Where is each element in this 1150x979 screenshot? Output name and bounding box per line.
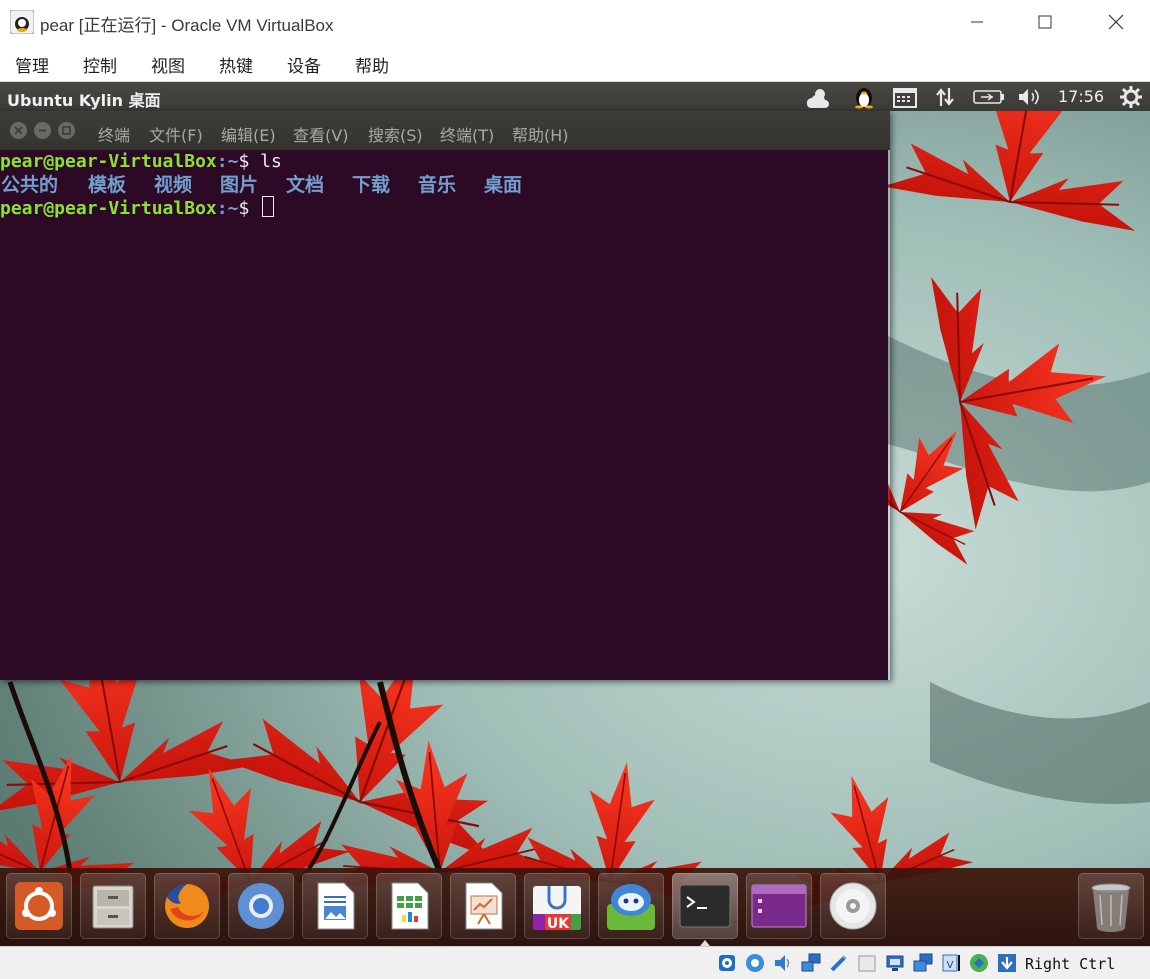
guest-screen[interactable]: Ubuntu Kylin 桌面 17:56 终端 文件(F) 编辑(E) 查看(… — [0, 82, 1150, 946]
ls-dir-item: 图片 — [220, 173, 259, 196]
close-button[interactable] — [1093, 6, 1139, 38]
ls-dir-item: 模板 — [88, 173, 127, 196]
menu-devices[interactable]: 设备 — [287, 52, 321, 77]
calendar-icon[interactable] — [891, 85, 919, 108]
minimize-icon — [39, 129, 46, 132]
ls-dir-item: 桌面 — [484, 173, 523, 196]
prompt-symbol: $ — [238, 198, 261, 219]
host-key-label: Right Ctrl — [1025, 955, 1116, 973]
shared-folder-icon[interactable] — [856, 952, 878, 974]
svg-text:V: V — [947, 960, 954, 971]
video-capture-icon[interactable] — [912, 952, 934, 974]
terminal-line-ls-output: 公共的 模板 视频 图片 文档 下载 音乐 桌面 — [0, 174, 888, 197]
terminal-line-command: pear@pear-VirtualBox:~$ ls — [0, 151, 888, 174]
menu-machine[interactable]: 管理 — [15, 52, 49, 77]
chromium-icon[interactable] — [228, 873, 294, 939]
ls-dir-item: 音乐 — [418, 173, 457, 196]
network-adapter-icon[interactable] — [800, 952, 822, 974]
weather-icon[interactable] — [803, 85, 831, 108]
battery-icon[interactable] — [972, 85, 1006, 108]
svg-text:UK: UK — [547, 916, 570, 932]
prompt-symbol: $ — [238, 151, 261, 172]
ubuntu-dash-icon[interactable] — [6, 873, 72, 939]
terminal-titlebar[interactable]: 终端 文件(F) 编辑(E) 查看(V) 搜索(S) 终端(T) 帮助(H) — [0, 111, 890, 150]
terminal-icon[interactable] — [672, 873, 738, 939]
guest-panel-title: Ubuntu Kylin 桌面 — [7, 91, 161, 110]
ls-dir-item: 下载 — [352, 173, 391, 196]
usb-icon[interactable] — [828, 952, 850, 974]
impress-icon[interactable] — [450, 873, 516, 939]
terminal-menu-view[interactable]: 查看(V) — [293, 122, 348, 146]
mouse-integration-icon[interactable] — [968, 952, 990, 974]
app-store-icon[interactable] — [598, 873, 664, 939]
terminal-line-prompt: pear@pear-VirtualBox:~$ — [0, 196, 888, 219]
optical-drive-icon[interactable] — [744, 952, 766, 974]
vt-x-icon[interactable]: V — [940, 952, 962, 974]
terminal-menu-edit[interactable]: 编辑(E) — [221, 122, 276, 146]
menu-control[interactable]: 控制 — [83, 52, 117, 77]
writer-icon[interactable] — [302, 873, 368, 939]
qq-penguin-icon[interactable] — [850, 85, 878, 108]
terminal-app-title: 终端 — [98, 126, 131, 145]
terminal-cursor — [262, 196, 275, 217]
terminal-minimize-button[interactable] — [34, 122, 51, 139]
prompt-user: pear@pear-VirtualBox — [0, 151, 217, 172]
maximize-icon — [1038, 15, 1052, 29]
terminal-menu-terminal[interactable]: 终端(T) — [440, 122, 494, 146]
ls-dir-item: 文档 — [286, 173, 325, 196]
display-icon[interactable] — [884, 952, 906, 974]
workspace-switcher-icon[interactable] — [746, 873, 812, 939]
dock: UK — [0, 868, 1150, 946]
ubuntu-kylin-software-icon[interactable]: UK — [524, 873, 590, 939]
dvd-icon[interactable] — [820, 873, 886, 939]
hard-disk-icon[interactable] — [716, 952, 738, 974]
trash-icon[interactable] — [1078, 873, 1144, 939]
prompt-path: :~ — [216, 198, 239, 219]
terminal-menu-search[interactable]: 搜索(S) — [368, 122, 423, 146]
guest-top-panel: Ubuntu Kylin 桌面 17:56 — [0, 82, 1150, 111]
menu-hotkeys[interactable]: 热键 — [219, 52, 253, 77]
window-menubar: 管理 控制 视图 热键 设备 帮助 — [0, 44, 1150, 82]
terminal-close-button[interactable] — [10, 122, 27, 139]
minimize-button[interactable] — [954, 6, 1000, 38]
ls-dir-item: 视频 — [154, 173, 193, 196]
maximize-icon — [62, 126, 71, 135]
terminal-window[interactable]: 终端 文件(F) 编辑(E) 查看(V) 搜索(S) 终端(T) 帮助(H) p… — [0, 111, 890, 680]
file-manager-icon[interactable] — [80, 873, 146, 939]
calc-icon[interactable] — [376, 873, 442, 939]
close-icon — [1108, 14, 1124, 30]
terminal-maximize-button[interactable] — [58, 122, 75, 139]
prompt-user: pear@pear-VirtualBox — [0, 198, 217, 219]
ls-dir-item: 公共的 — [1, 173, 59, 196]
command-text: ls — [260, 151, 282, 172]
firefox-icon[interactable] — [154, 873, 220, 939]
terminal-menu-file[interactable]: 文件(F) — [149, 122, 203, 146]
window-title: pear [正在运行] - Oracle VM VirtualBox — [40, 16, 334, 35]
audio-icon[interactable] — [772, 952, 794, 974]
terminal-menu-help[interactable]: 帮助(H) — [512, 122, 569, 146]
virtualbox-app-icon — [10, 10, 34, 34]
settings-gear-icon[interactable] — [1118, 85, 1144, 108]
guest-clock[interactable]: 17:56 — [1058, 87, 1104, 106]
menu-help[interactable]: 帮助 — [355, 52, 389, 77]
window-titlebar: pear [正在运行] - Oracle VM VirtualBox — [0, 0, 1150, 44]
vm-statusbar: V Right Ctrl — [0, 946, 1150, 979]
close-icon — [14, 126, 23, 135]
minimize-icon — [971, 21, 983, 23]
keyboard-capture-icon[interactable] — [996, 952, 1018, 974]
menu-view[interactable]: 视图 — [151, 52, 185, 77]
network-arrows-icon[interactable] — [931, 85, 959, 108]
volume-icon[interactable] — [1016, 85, 1044, 108]
terminal-output[interactable]: pear@pear-VirtualBox:~$ ls 公共的 模板 视频 图片 文档 下载… — [0, 150, 888, 680]
maximize-button[interactable] — [1022, 6, 1068, 38]
prompt-path: :~ — [216, 151, 239, 172]
